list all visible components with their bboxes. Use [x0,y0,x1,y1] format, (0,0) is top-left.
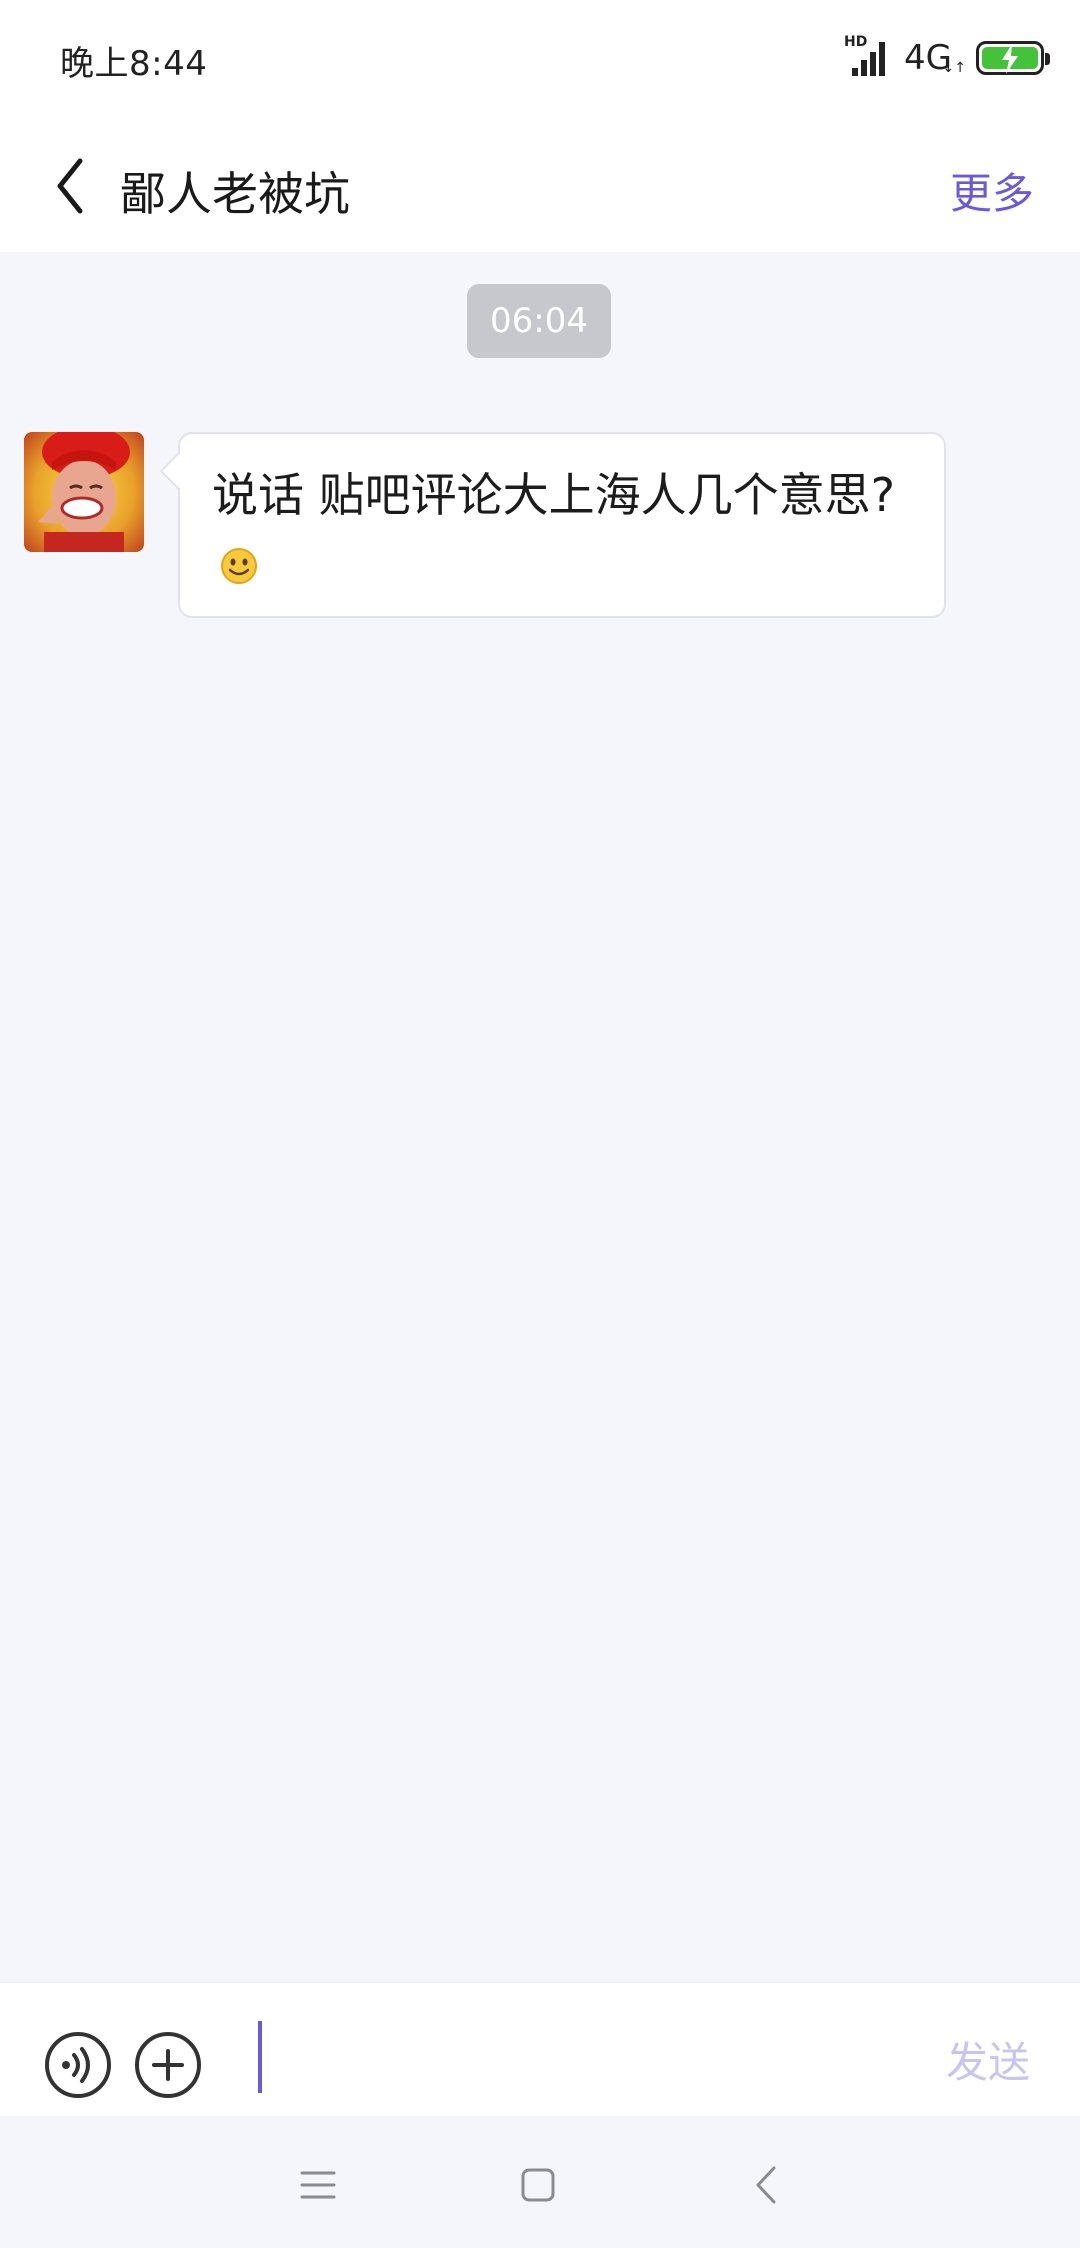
home-button[interactable] [508,2160,568,2210]
status-icons: HD 4G ↓↑ [844,34,1050,80]
status-bar: 晚上8:44 HD 4G ↓↑ [0,0,1080,120]
chevron-left-icon [756,2166,776,2204]
message-bubble[interactable]: 说话 贴吧评论大上海人几个意思? [159,432,946,618]
back-button[interactable] [40,154,100,218]
voice-button[interactable] [44,2031,112,2099]
system-nav-bar [0,2116,1080,2248]
more-button[interactable]: 更多 [950,160,1034,221]
message-input[interactable] [240,2019,900,2099]
status-time: 晚上8:44 [60,44,208,84]
network-arrows: ↓↑ [942,60,966,76]
network-label: 4G ↓↑ [904,38,966,78]
signal-icon: HD [844,34,890,78]
add-attachment-button[interactable] [134,2031,202,2099]
system-back-button[interactable] [736,2160,796,2210]
battery-icon [976,41,1050,75]
send-button[interactable]: 发送 [946,2029,1030,2090]
input-bar: 发送 [0,1982,1080,2116]
chat-area[interactable]: 06:04 说话 贴吧评论大上海人几个意思? [0,252,1080,1982]
menu-icon [300,2171,336,2199]
recent-apps-button[interactable] [288,2160,348,2210]
message-timestamp: 06:04 [467,284,611,358]
chat-title: 鄙人老被坑 [120,167,350,221]
plus-icon [135,2032,201,2098]
text-cursor [258,2021,262,2093]
voice-icon [45,2032,111,2098]
square-icon [521,2168,555,2202]
smile-emoji-icon [220,536,258,584]
chevron-left-icon [57,158,83,214]
avatar[interactable] [24,432,144,552]
chat-header: 鄙人老被坑 更多 [0,120,1080,252]
message-text: 说话 贴吧评论大上海人几个意思? [212,468,896,522]
